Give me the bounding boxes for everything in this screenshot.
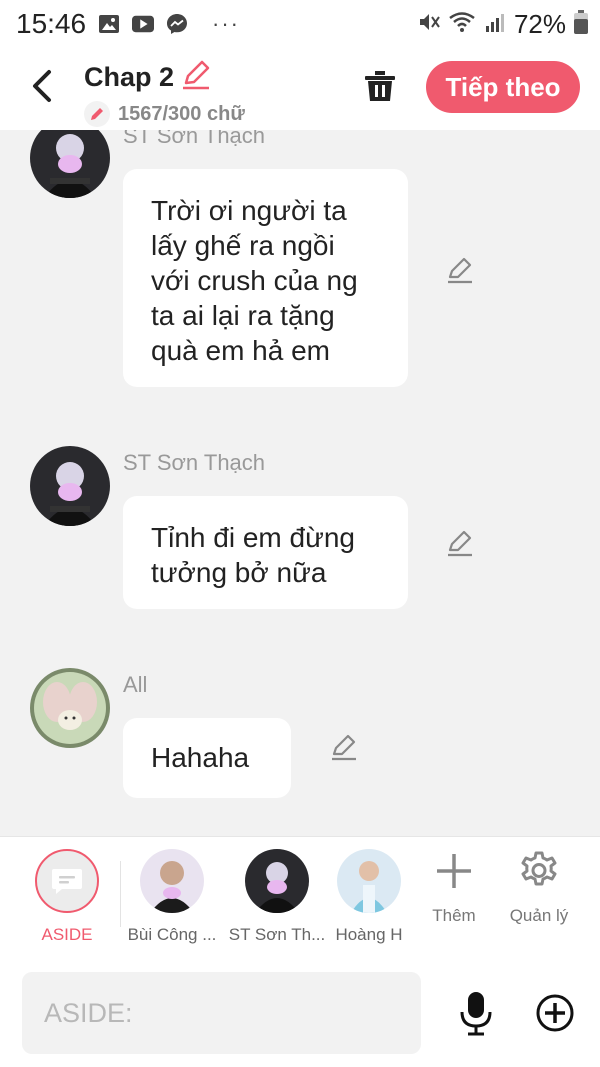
gear-icon [521,851,557,886]
back-button[interactable] [26,66,58,106]
signal-icon [484,11,506,38]
edit-message-button[interactable] [445,528,475,558]
add-label: Thêm [432,906,476,925]
avatar[interactable] [30,130,110,198]
battery-icon [574,10,588,39]
mute-icon [418,11,440,38]
character-name: ST Sơn Th... [228,925,326,944]
character-aside[interactable]: ASIDE [17,849,117,945]
character-name: Hoàng H [335,925,403,944]
chevron-left-icon [33,70,51,102]
divider [120,861,121,927]
word-count-pencil-icon [84,101,110,127]
character-name: ASIDE [41,925,93,944]
status-bar: 15:46 ··· 72% [0,0,600,46]
character-item[interactable]: ST Sơn Th... [227,849,327,945]
edit-title-button[interactable] [180,58,212,97]
character-item[interactable]: Bùi Công ... [122,849,222,945]
sender-name: All [123,672,148,697]
character-item[interactable]: Hoàng H [324,849,414,945]
pencil-icon [448,530,472,557]
manage-label: Quản lý [509,906,569,925]
aside-icon [35,849,99,913]
message-input[interactable] [22,972,421,1054]
add-content-button[interactable] [534,992,576,1034]
plus-circle-icon [536,994,574,1032]
character-bar: ASIDE Bùi Công ... ST Sơn Th... Hoàng H … [0,836,600,960]
word-count: 1567/300 chữ [118,102,245,125]
pencil-icon [332,734,356,761]
delete-button[interactable] [360,66,400,106]
add-character-button[interactable]: Thêm [414,851,494,926]
message-bubble[interactable]: Tỉnh đi em đừng tưởng bở nữa [123,496,408,609]
chat-area[interactable]: ST Sơn Thạch Trời ơi người ta lấy ghế ra… [0,130,600,836]
next-button[interactable]: Tiếp theo [426,61,580,113]
message-bubble[interactable]: Hahaha [123,718,291,798]
battery-percent: 72% [513,9,566,39]
manage-characters-button[interactable]: Quản lý [499,851,579,926]
pencil-icon [183,60,210,90]
message-bubble[interactable]: Trời ơi người ta lấy ghế ra ngồi với cru… [123,169,408,387]
avatar[interactable] [30,668,110,748]
trash-icon [365,71,395,101]
more-notifications-indicator: ··· [212,11,240,36]
avatar[interactable] [30,446,110,526]
sender-name: ST Sơn Thạch [123,130,266,148]
character-name: Bùi Công ... [127,925,217,944]
edit-message-button[interactable] [329,732,359,762]
pencil-icon [448,257,472,284]
microphone-icon [460,992,492,1036]
gallery-icon [98,13,120,35]
youtube-icon [132,13,154,35]
wifi-icon [448,11,476,38]
avatar [337,849,401,913]
status-time: 15:46 [16,8,87,39]
messenger-icon [166,13,188,35]
sender-name: ST Sơn Thạch [123,450,266,475]
avatar [245,849,309,913]
voice-input-button[interactable] [456,988,496,1038]
chapter-title: Chap 2 [84,62,175,92]
edit-message-button[interactable] [445,255,475,285]
input-bar [0,958,600,1067]
avatar [140,849,204,913]
editor-header: Chap 2 1567/300 chữ Tiếp theo [0,46,600,130]
plus-icon [437,854,471,888]
